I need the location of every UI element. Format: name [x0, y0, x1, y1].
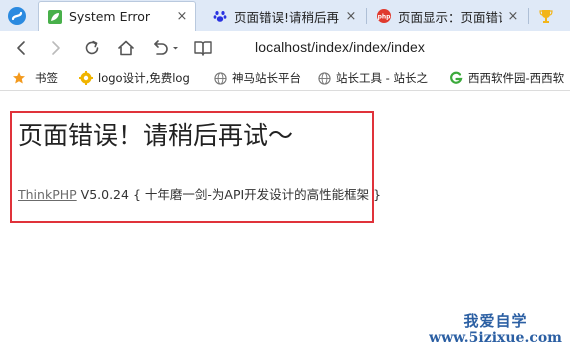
framework-slogan: { 十年磨一剑-为API开发设计的高性能框架 }: [132, 187, 382, 202]
globe-icon: [317, 71, 331, 85]
gear-icon: [79, 71, 93, 85]
globe-icon: [213, 71, 227, 85]
refresh-icon[interactable]: [81, 37, 103, 59]
tab-close-icon[interactable]: ×: [344, 9, 358, 24]
bookmark-label: 书签: [35, 71, 58, 85]
tab-title: System Error: [69, 9, 151, 24]
php-favicon-icon: php: [376, 8, 392, 24]
bookmark-chinaz[interactable]: 站长工具 - 站长之: [317, 69, 435, 87]
bookmark-cr173[interactable]: 西西软件园-西西软: [449, 69, 570, 87]
browser-window: System Error × 页面错误!请稍后再 × php 页面显示：页面错误…: [0, 0, 570, 348]
tab-close-icon[interactable]: ×: [506, 9, 520, 24]
tab-trophy[interactable]: [530, 1, 570, 31]
forward-icon[interactable]: [45, 37, 67, 59]
tab-page-error[interactable]: 页面错误!请稍后再 ×: [204, 1, 364, 31]
tab-title: 页面显示：页面错误: [398, 9, 502, 25]
tab-title: 页面错误!请稍后再: [234, 9, 340, 25]
site-watermark: 我爱自学 www.5izixue.com: [429, 311, 562, 346]
svg-text:php: php: [378, 14, 391, 21]
tab-strip: System Error × 页面错误!请稍后再 × php 页面显示：页面错误…: [0, 0, 570, 31]
navigation-toolbar: localhost/index/index/index: [0, 31, 570, 65]
bookmark-label: 西西软件园-西西软: [468, 71, 565, 85]
reader-book-icon[interactable]: [192, 37, 214, 59]
bookmark-label: 神马站长平台: [232, 71, 301, 85]
bookmarks-bar: 书签 logo设计,免费log 神马站长平台 站长工具 - 站长之 西西软件园-…: [0, 65, 570, 91]
bookmark-label: logo设计,免费log: [98, 71, 190, 85]
page-content: 页面错误！请稍后再试～ ThinkPHP V5.0.24 { 十年磨一剑-为AP…: [0, 92, 570, 348]
framework-version: V5.0.24: [80, 187, 129, 202]
leaf-favicon-icon: [47, 9, 63, 25]
tab-system-error[interactable]: System Error ×: [38, 1, 196, 31]
error-heading: 页面错误！请稍后再试～: [18, 121, 294, 150]
tab-page-display[interactable]: php 页面显示：页面错误 ×: [368, 1, 526, 31]
bookmark-shenma[interactable]: 神马站长平台: [213, 69, 301, 87]
undo-icon[interactable]: [150, 37, 180, 59]
address-bar[interactable]: localhost/index/index/index: [255, 39, 425, 55]
tab-separator: [366, 8, 367, 24]
tab-separator: [528, 8, 529, 24]
back-icon[interactable]: [10, 37, 32, 59]
bookmark-logo-design[interactable]: logo设计,免费log: [79, 69, 197, 87]
bookmark-label: 站长工具 - 站长之: [336, 71, 428, 85]
thinkphp-link[interactable]: ThinkPHP: [18, 187, 77, 202]
framework-copyright: ThinkPHP V5.0.24 { 十年磨一剑-为API开发设计的高性能框架 …: [18, 184, 381, 203]
baidu-paw-favicon-icon: [212, 8, 228, 24]
browser-logo-icon[interactable]: [0, 0, 34, 31]
star-icon: [12, 71, 26, 85]
cr173-logo-icon: [449, 71, 463, 85]
bookmark-favorites[interactable]: 书签: [12, 69, 58, 87]
watermark-url: www.5izixue.com: [429, 329, 562, 346]
trophy-favicon-icon: [538, 8, 554, 24]
home-icon[interactable]: [115, 37, 137, 59]
tab-close-icon[interactable]: ×: [175, 9, 189, 24]
watermark-title: 我爱自学: [463, 311, 528, 330]
